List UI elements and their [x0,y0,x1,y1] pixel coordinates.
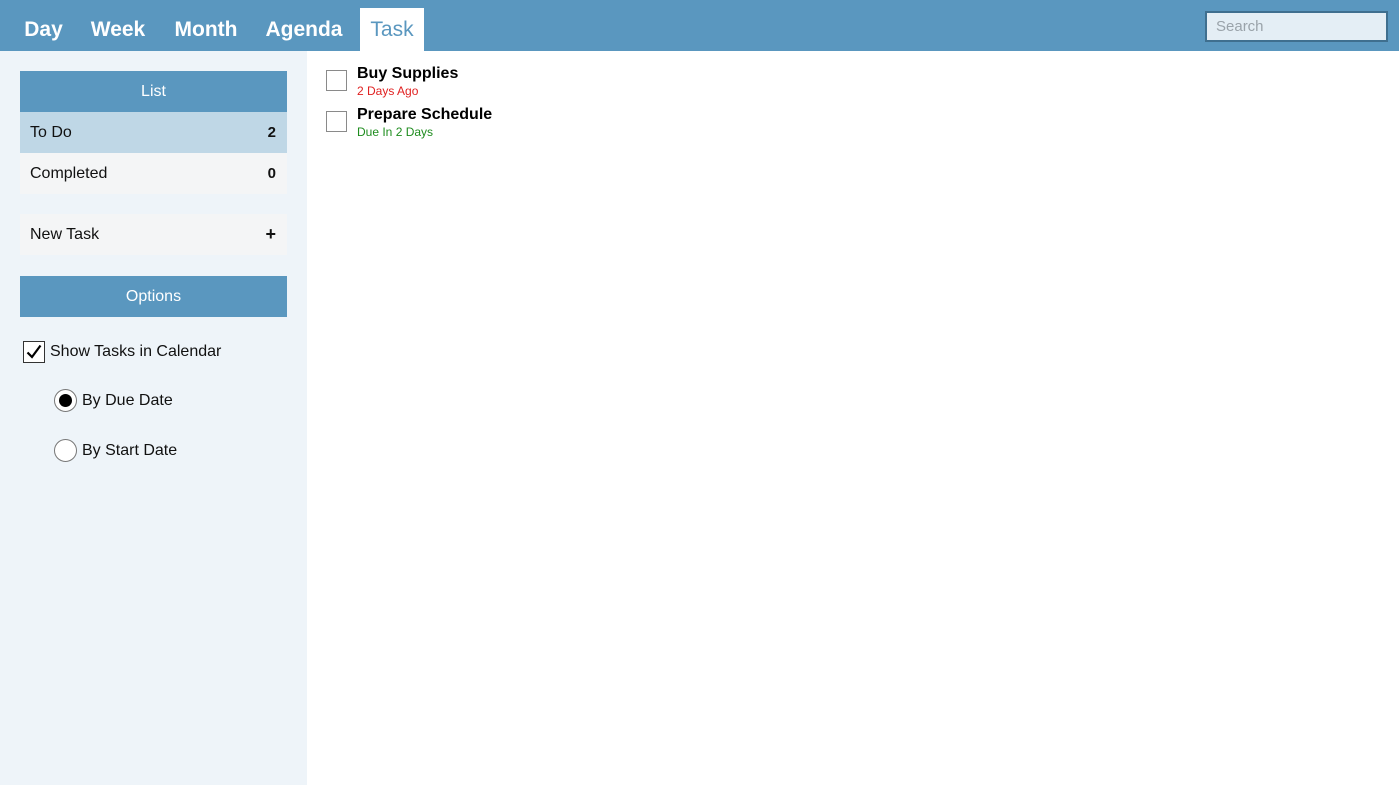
list-item-label: Completed [30,164,108,182]
tab-task[interactable]: Task [360,8,424,51]
task-item[interactable]: Buy Supplies 2 Days Ago [326,64,458,99]
list-item-completed[interactable]: Completed 0 [20,153,287,194]
list-item-todo[interactable]: To Do 2 [20,112,287,153]
show-tasks-label: Show Tasks in Calendar [50,343,222,360]
list-section-header: List [20,71,287,112]
radio-selected-dot [59,394,72,407]
sidebar: List To Do 2 Completed 0 New Task + Opti… [0,51,307,785]
radio-option-by-start-date[interactable]: By Start Date [54,439,177,462]
top-nav-bar: Day Week Month Agenda Task [0,0,1399,51]
task-checkbox[interactable] [326,111,347,132]
task-item[interactable]: Prepare Schedule Due In 2 Days [326,105,492,140]
new-task-button[interactable]: New Task + [20,214,287,255]
task-checkbox[interactable] [326,70,347,91]
by-start-date-label: By Start Date [82,441,178,459]
list-item-count: 2 [267,124,276,141]
by-due-date-radio[interactable] [54,389,77,412]
task-due-label: 2 Days Ago [357,84,419,98]
tab-week[interactable]: Week [81,8,155,51]
task-title: Prepare Schedule [357,106,493,123]
task-text: Buy Supplies 2 Days Ago [357,64,458,99]
options-section-header: Options [20,276,287,317]
search-input[interactable] [1205,11,1388,42]
tab-day[interactable]: Day [12,8,75,51]
by-due-date-label: By Due Date [82,391,173,409]
new-task-label: New Task [30,225,100,243]
tab-agenda[interactable]: Agenda [258,8,350,51]
by-start-date-radio[interactable] [54,439,77,462]
list-item-label: To Do [30,123,72,141]
task-due-label: Due In 2 Days [357,125,434,139]
task-text: Prepare Schedule Due In 2 Days [357,105,492,140]
show-tasks-checkbox[interactable] [23,341,45,363]
list-item-count: 0 [267,165,276,182]
plus-icon: + [265,224,276,244]
tab-month[interactable]: Month [164,8,248,51]
checkmark-icon [26,344,42,359]
task-title: Buy Supplies [357,65,459,82]
show-tasks-in-calendar-option[interactable]: Show Tasks in Calendar [23,341,221,363]
radio-option-by-due-date[interactable]: By Due Date [54,389,173,412]
